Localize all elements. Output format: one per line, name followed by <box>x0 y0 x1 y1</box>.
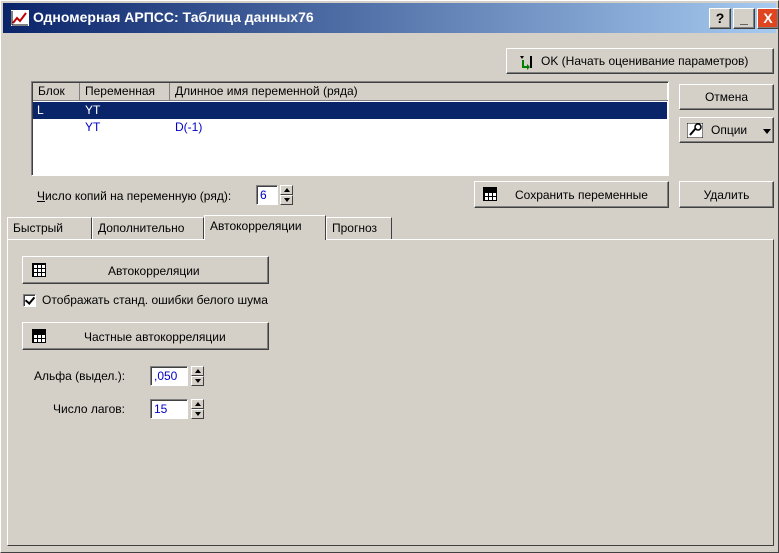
row-long-name: D(-1) <box>175 120 203 134</box>
row-variable: YT <box>85 103 101 117</box>
row-variable: YT <box>85 120 101 134</box>
ok-start-estimation-button[interactable]: OK (Начать оценивание параметров) <box>506 48 774 74</box>
list-header: Блок Переменная Длинное имя переменной (… <box>33 83 668 101</box>
copies-label: Число копий на переменную (ряд): <box>37 189 232 203</box>
alpha-spinner[interactable] <box>191 366 204 386</box>
chart-app-icon <box>11 10 29 26</box>
copies-input[interactable]: 6 <box>256 185 278 205</box>
window-title: Одномерная АРПСС: Таблица данных76 <box>33 9 314 25</box>
cancel-label: Отмена <box>704 90 749 104</box>
arima-dialog-window: Одномерная АРПСС: Таблица данных76 ? _ X… <box>0 0 779 553</box>
run-icon <box>520 56 532 70</box>
options-icon <box>687 123 703 138</box>
table-icon <box>483 187 497 201</box>
cancel-button[interactable]: Отмена <box>679 84 774 110</box>
spin-down-icon[interactable] <box>280 195 293 205</box>
table-icon <box>32 329 46 343</box>
save-variables-button[interactable]: Сохранить переменные <box>474 181 669 208</box>
chevron-down-icon <box>763 129 771 134</box>
header-block[interactable]: Блок <box>33 83 80 101</box>
autocorrelations-button[interactable]: Автокорреляции <box>22 256 269 284</box>
partial-autocorrelations-button[interactable]: Частные автокорреляции <box>22 322 269 350</box>
lags-label: Число лагов: <box>53 402 126 416</box>
options-label: Опции <box>711 123 748 137</box>
lags-input[interactable]: 15 <box>150 399 188 419</box>
tab-advanced[interactable]: Дополнительно <box>92 217 204 239</box>
copies-spinner[interactable] <box>280 185 293 205</box>
alpha-input[interactable]: ,050 <box>150 366 188 386</box>
header-long-name[interactable]: Длинное имя переменной (ряда) <box>170 83 668 101</box>
list-row[interactable]: L YT <box>33 102 667 119</box>
spin-down-icon[interactable] <box>191 376 204 386</box>
minimize-button[interactable]: _ <box>733 8 755 29</box>
header-variable[interactable]: Переменная <box>80 83 170 101</box>
delete-label: Удалить <box>703 187 750 202</box>
tab-quick[interactable]: Быстрый <box>7 217 92 239</box>
spin-up-icon[interactable] <box>280 185 293 195</box>
ok-button-label: OK (Начать оценивание параметров) <box>541 54 749 68</box>
spin-up-icon[interactable] <box>191 399 204 409</box>
autocorrelations-button-label: Автокорреляции <box>108 264 200 278</box>
options-button[interactable]: Опции <box>679 117 774 143</box>
variables-list[interactable]: Блок Переменная Длинное имя переменной (… <box>31 81 669 176</box>
white-noise-label[interactable]: Отображать станд. ошибки белого шума <box>42 293 268 307</box>
list-row[interactable]: YT D(-1) <box>33 119 667 136</box>
close-button[interactable]: X <box>757 8 779 29</box>
table-icon <box>32 263 46 277</box>
tab-autocorrelations[interactable]: Автокорреляции <box>204 215 326 240</box>
spin-down-icon[interactable] <box>191 409 204 419</box>
delete-button[interactable]: Удалить <box>679 181 774 208</box>
partial-autocorrelations-label: Частные автокорреляции <box>84 330 226 344</box>
save-variables-label: Сохранить переменные <box>515 188 648 202</box>
autocorrelations-panel: Автокорреляции Отображать станд. ошибки … <box>7 239 774 546</box>
alpha-label: Альфа (выдел.): <box>34 369 126 383</box>
lags-spinner[interactable] <box>191 399 204 419</box>
tab-forecast[interactable]: Прогноз <box>326 217 392 239</box>
white-noise-checkbox[interactable] <box>23 294 36 307</box>
spin-up-icon[interactable] <box>191 366 204 376</box>
help-button[interactable]: ? <box>709 8 731 29</box>
row-block: L <box>37 103 44 117</box>
title-bar[interactable]: Одномерная АРПСС: Таблица данных76 ? _ X <box>3 3 779 33</box>
